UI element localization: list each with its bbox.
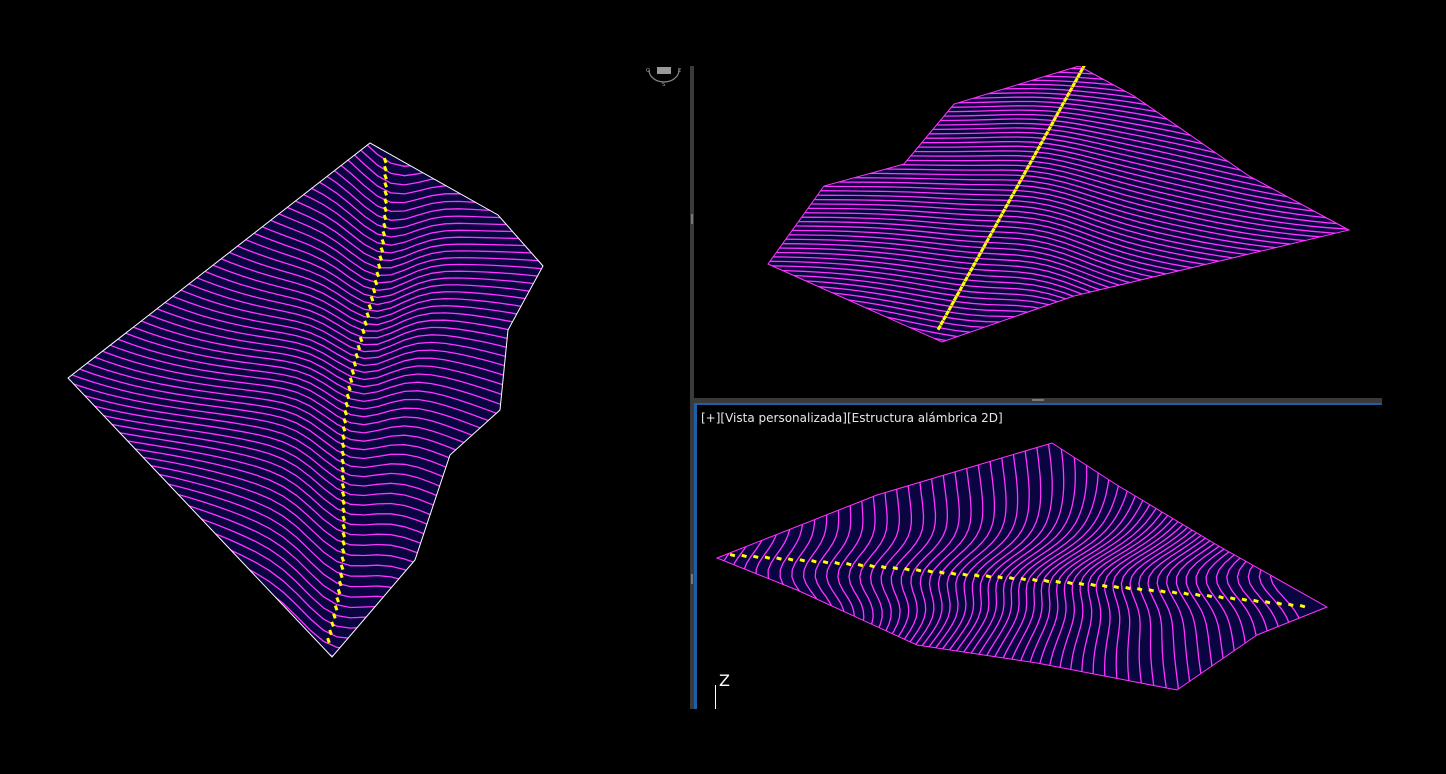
contour-line bbox=[717, 443, 753, 690]
contour-line bbox=[768, 324, 1349, 342]
contour-line bbox=[768, 329, 1349, 342]
splitter-grip-icon[interactable] bbox=[691, 214, 693, 224]
contour-line bbox=[754, 345, 1374, 398]
contour-line bbox=[68, 143, 543, 204]
contour-line bbox=[68, 143, 543, 186]
contour-line bbox=[754, 371, 1374, 398]
contour-line bbox=[754, 350, 1374, 398]
contour-line bbox=[717, 443, 746, 690]
ucs-z-axis-line bbox=[715, 685, 716, 709]
contour-line bbox=[1247, 443, 1327, 690]
svg-text:S: S bbox=[662, 82, 665, 88]
viewport-controls-label[interactable]: [+][Vista personalizada][Estructura alám… bbox=[701, 411, 1003, 425]
svg-text:O: O bbox=[646, 68, 650, 74]
contour-line bbox=[768, 315, 1349, 342]
contour-line bbox=[754, 366, 1374, 398]
contour-line bbox=[768, 291, 1349, 342]
contour-line bbox=[68, 143, 543, 195]
contour-line bbox=[1269, 443, 1327, 690]
contour-line bbox=[768, 305, 1349, 342]
contour-line bbox=[768, 334, 1349, 342]
contour-line bbox=[768, 296, 1349, 342]
splitter-grip-icon[interactable] bbox=[1032, 399, 1044, 401]
terrain-surface bbox=[717, 443, 1327, 690]
terrain-custom-view-drawing bbox=[715, 442, 1329, 691]
splitter-grip-icon[interactable] bbox=[691, 574, 693, 584]
terrain-perspective-drawing bbox=[754, 66, 1374, 398]
ucs-z-label: Z bbox=[719, 671, 730, 690]
terrain-plan-drawing bbox=[67, 142, 544, 658]
contour-line bbox=[68, 143, 543, 172]
contour-line bbox=[68, 143, 543, 165]
contour-line bbox=[754, 355, 1374, 398]
contour-line bbox=[768, 301, 1349, 342]
viewcube-compass-icon[interactable]: O E S bbox=[645, 64, 683, 88]
contour-line bbox=[717, 443, 738, 690]
contour-line bbox=[1258, 443, 1327, 690]
contour-line bbox=[768, 319, 1349, 342]
contour-line bbox=[768, 339, 1349, 342]
contour-line bbox=[68, 143, 543, 213]
contour-line bbox=[754, 361, 1374, 398]
contour-line bbox=[768, 310, 1349, 342]
contour-line bbox=[68, 143, 543, 179]
viewport-top-right-perspective[interactable] bbox=[694, 66, 1382, 398]
svg-text:E: E bbox=[678, 68, 681, 74]
viewport-bottom-right-custom[interactable]: [+][Vista personalizada][Estructura alám… bbox=[694, 403, 1382, 709]
ucs-axis-icon: Z bbox=[705, 669, 745, 709]
viewport-left-plan[interactable] bbox=[0, 0, 690, 774]
